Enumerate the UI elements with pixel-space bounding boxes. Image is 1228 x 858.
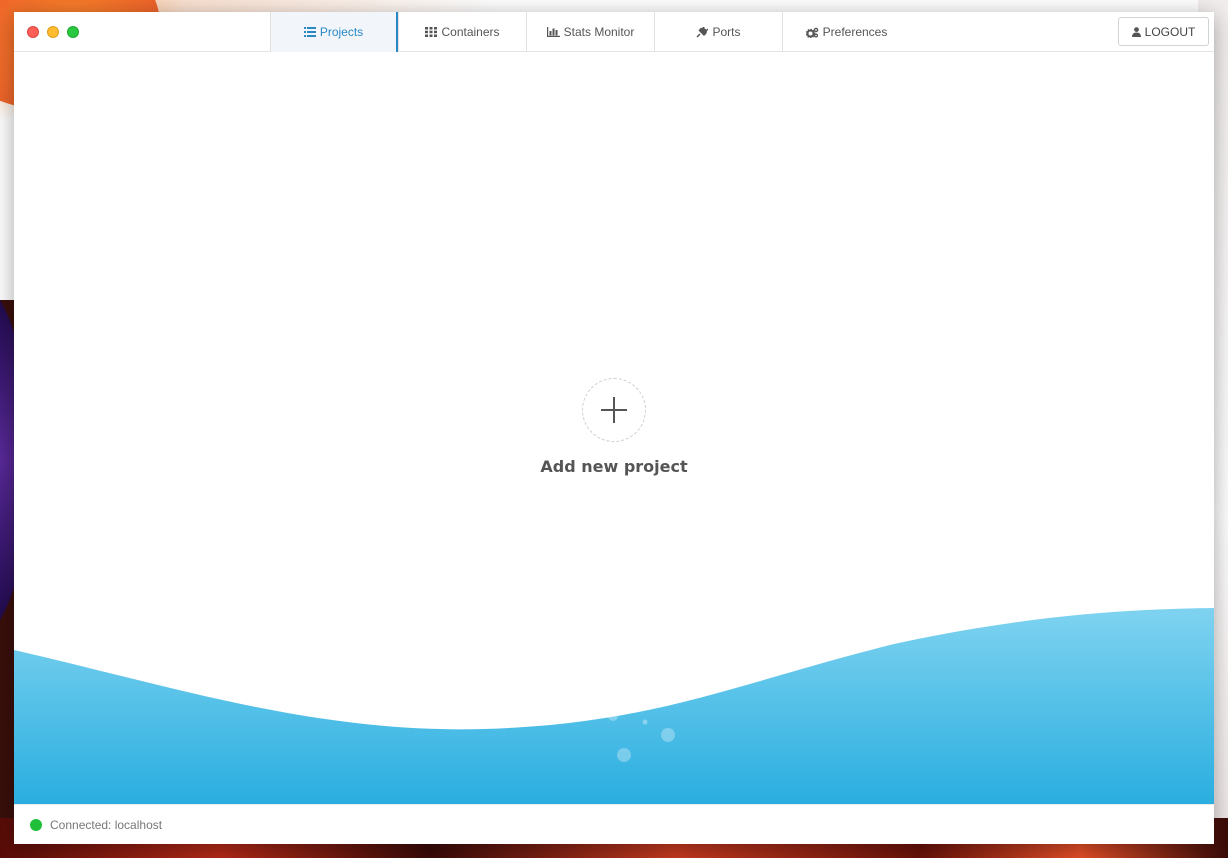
- plus-icon: [601, 397, 627, 423]
- user-icon: [1131, 26, 1141, 37]
- tab-stats-monitor[interactable]: Stats Monitor: [526, 12, 654, 52]
- zoom-window-button[interactable]: [67, 26, 79, 38]
- tab-label: Ports: [712, 25, 741, 39]
- title-bar: Projects Containers Stats Monitor Ports …: [14, 12, 1214, 52]
- gears-icon: [805, 27, 818, 38]
- add-project-button[interactable]: [582, 378, 646, 442]
- tab-projects[interactable]: Projects: [270, 12, 398, 52]
- bubble: [617, 748, 631, 762]
- tab-ports[interactable]: Ports: [654, 12, 782, 52]
- bar-chart-icon: [546, 27, 560, 37]
- tab-preferences[interactable]: Preferences: [782, 12, 910, 52]
- app-window: Projects Containers Stats Monitor Ports …: [14, 12, 1214, 844]
- minimize-window-button[interactable]: [47, 26, 59, 38]
- bubble: [661, 728, 675, 742]
- tab-containers[interactable]: Containers: [398, 12, 526, 52]
- tab-label: Projects: [319, 25, 364, 39]
- grid-icon: [425, 27, 438, 37]
- logout-label: LOGOUT: [1144, 24, 1196, 39]
- bubble: [642, 719, 648, 725]
- projects-panel: Add new project: [14, 53, 1214, 804]
- status-bar: Connected: localhost: [14, 804, 1214, 844]
- wave-decoration: [14, 608, 1214, 804]
- main-nav: Projects Containers Stats Monitor Ports …: [270, 12, 910, 52]
- close-window-button[interactable]: [27, 26, 39, 38]
- list-icon: [303, 27, 316, 37]
- tab-label: Stats Monitor: [563, 25, 635, 39]
- logout-button[interactable]: LOGOUT: [1118, 17, 1209, 46]
- connection-status-indicator: [30, 818, 42, 831]
- tab-label: Preferences: [822, 25, 888, 39]
- connection-status-text: Connected: localhost: [50, 817, 163, 832]
- tab-label: Containers: [441, 25, 500, 39]
- plug-icon: [696, 26, 709, 38]
- bubble: [608, 711, 618, 721]
- add-project-label[interactable]: Add new project: [14, 457, 1214, 476]
- window-controls: [27, 26, 79, 38]
